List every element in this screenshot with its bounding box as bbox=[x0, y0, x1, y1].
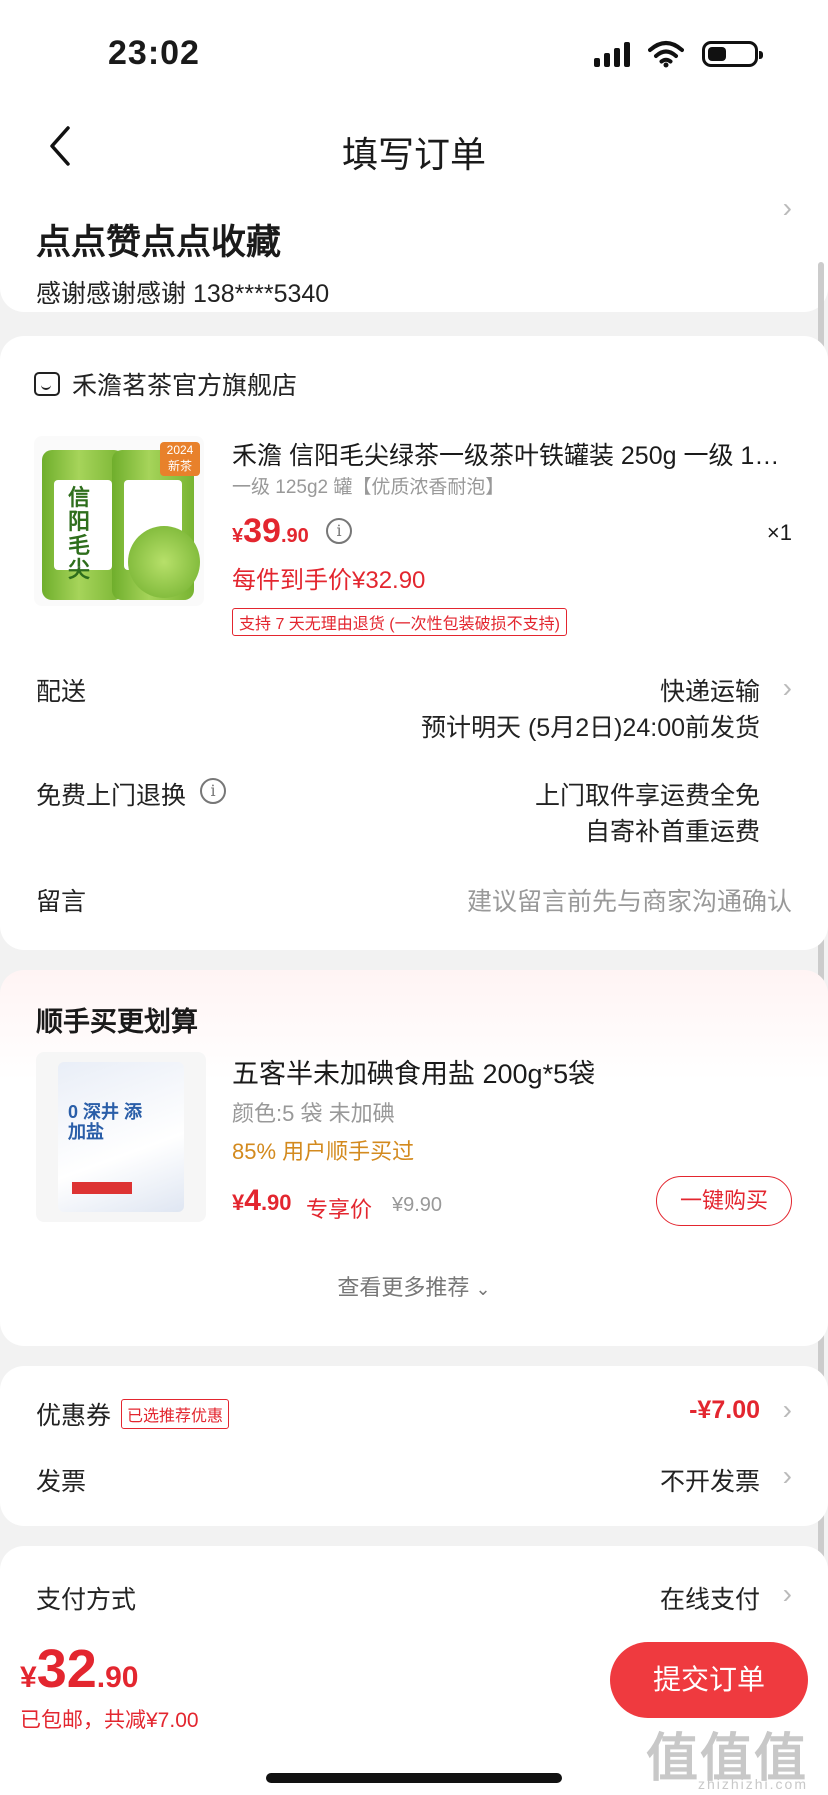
message-input[interactable]: 建议留言前先与商家沟通确认 bbox=[467, 882, 792, 918]
more-recommendations-link[interactable]: 查看更多推荐 ⌄ bbox=[0, 1270, 828, 1302]
free-return-line1: 上门取件享运费全免 bbox=[534, 782, 760, 810]
store-header[interactable]: 禾澹茗茶官方旗舰店 bbox=[34, 366, 297, 402]
chevron-right-icon: › bbox=[782, 672, 792, 703]
salt-image-text: 0 深井 添 加盐 bbox=[68, 1102, 143, 1142]
final-price: 每件到手价¥32.90 bbox=[232, 567, 426, 594]
total-price: ¥32.90 bbox=[20, 1639, 139, 1699]
chevron-right-icon: › bbox=[782, 1578, 792, 1609]
free-return-label: 免费上门退换 bbox=[36, 782, 187, 810]
product-image[interactable]: 信阳毛尖 2024 新茶 bbox=[34, 436, 204, 606]
recommend-product-spec: 颜色:5 袋 未加碘 bbox=[232, 1101, 395, 1126]
chevron-right-icon: › bbox=[782, 192, 792, 223]
product-price: ¥39.90 bbox=[232, 512, 309, 550]
chevron-right-icon: › bbox=[782, 1460, 792, 1491]
submit-order-button[interactable]: 提交订单 bbox=[610, 1642, 808, 1718]
status-bar: 23:02 bbox=[0, 0, 828, 100]
delivery-label: 配送 bbox=[36, 678, 87, 706]
coupon-row[interactable]: 优惠券 已选推荐优惠 bbox=[36, 1396, 230, 1432]
nav-bar: 填写订单 bbox=[0, 100, 828, 192]
product-image-text: 信阳毛尖 bbox=[68, 485, 91, 582]
page-title: 填写订单 bbox=[341, 134, 486, 175]
coupon-invoice-card: 优惠券 已选推荐优惠 -¥7.00 › 发票 不开发票 › bbox=[0, 1366, 828, 1526]
payment-value[interactable]: 在线支付 bbox=[660, 1580, 760, 1616]
store-icon bbox=[34, 372, 60, 396]
coupon-value[interactable]: -¥7.00 bbox=[689, 1396, 760, 1425]
payment-label: 支付方式 bbox=[36, 1586, 137, 1614]
free-return-info-icon[interactable]: i bbox=[200, 778, 226, 804]
recommend-price: ¥4.90 bbox=[232, 1184, 292, 1217]
recipient-contact: 感谢感谢感谢 138****5340 bbox=[36, 280, 330, 308]
product-spec[interactable]: 一级 125g2 罐【优质浓香耐泡】 bbox=[232, 472, 504, 499]
new-tea-badge: 2024 新茶 bbox=[160, 442, 200, 476]
signal-icon bbox=[594, 41, 630, 67]
exclusive-price-label: 专享价 bbox=[306, 1197, 373, 1222]
store-name: 禾澹茗茶官方旗舰店 bbox=[72, 372, 298, 400]
recipient-name: 点点赞点点收藏 bbox=[36, 223, 282, 262]
salt-product-image[interactable]: 0 深井 添 加盐 bbox=[36, 1052, 206, 1222]
coupon-tag: 已选推荐优惠 bbox=[121, 1399, 230, 1429]
battery-icon bbox=[702, 41, 763, 67]
product-title[interactable]: 禾澹 信阳毛尖绿茶一级茶叶铁罐装 250g 一级 125g2罐 bbox=[232, 436, 792, 472]
delivery-time: 预计明天 (5月2日)24:00前发货 bbox=[421, 714, 760, 742]
status-icons bbox=[594, 40, 763, 68]
watermark-url: zhizhizhi.com bbox=[697, 1776, 808, 1792]
tea-leaves bbox=[128, 526, 200, 598]
shipping-note: 已包邮，共减¥7.00 bbox=[20, 1709, 199, 1732]
invoice-value[interactable]: 不开发票 bbox=[660, 1462, 760, 1498]
wifi-icon bbox=[648, 41, 684, 68]
invoice-label: 发票 bbox=[36, 1468, 87, 1496]
price-info-icon[interactable]: i bbox=[326, 518, 352, 544]
status-time: 23:02 bbox=[108, 34, 200, 72]
bottom-bar: ¥32.90 已包邮，共减¥7.00 提交订单 值值值 zhizhizhi.co… bbox=[0, 1616, 828, 1795]
original-price: ¥9.90 bbox=[392, 1194, 443, 1216]
one-click-buy-button[interactable]: 一键购买 bbox=[656, 1176, 792, 1226]
recommend-social-proof: 85% 用户顺手买过 bbox=[232, 1139, 415, 1164]
store-card: 禾澹茗茶官方旗舰店 信阳毛尖 2024 新茶 禾澹 信阳毛尖绿茶一级茶叶铁罐装 … bbox=[0, 336, 828, 950]
recommend-title: 顺手买更划算 bbox=[36, 1007, 198, 1037]
home-indicator[interactable] bbox=[266, 1773, 562, 1783]
chevron-right-icon: › bbox=[782, 1394, 792, 1425]
chevron-down-icon: ⌄ bbox=[475, 1279, 491, 1299]
recommend-card: 顺手买更划算 0 深井 添 加盐 五客半未加碘食用盐 200g*5袋 颜色:5 … bbox=[0, 970, 828, 1346]
address-card[interactable]: 点点赞点点收藏 感谢感谢感谢 138****5340 › bbox=[0, 192, 828, 312]
message-label: 留言 bbox=[36, 888, 87, 916]
delivery-method[interactable]: 快递运输 bbox=[660, 672, 760, 708]
coupon-label: 优惠券 bbox=[36, 1402, 112, 1430]
product-quantity: ×1 bbox=[766, 520, 792, 545]
return-policy-tag: 支持 7 天无理由退货 (一次性包装破损不支持) bbox=[232, 608, 567, 636]
free-return-line2: 自寄补首重运费 bbox=[584, 818, 760, 846]
recommend-product-name[interactable]: 五客半未加碘食用盐 200g*5袋 bbox=[232, 1052, 595, 1091]
